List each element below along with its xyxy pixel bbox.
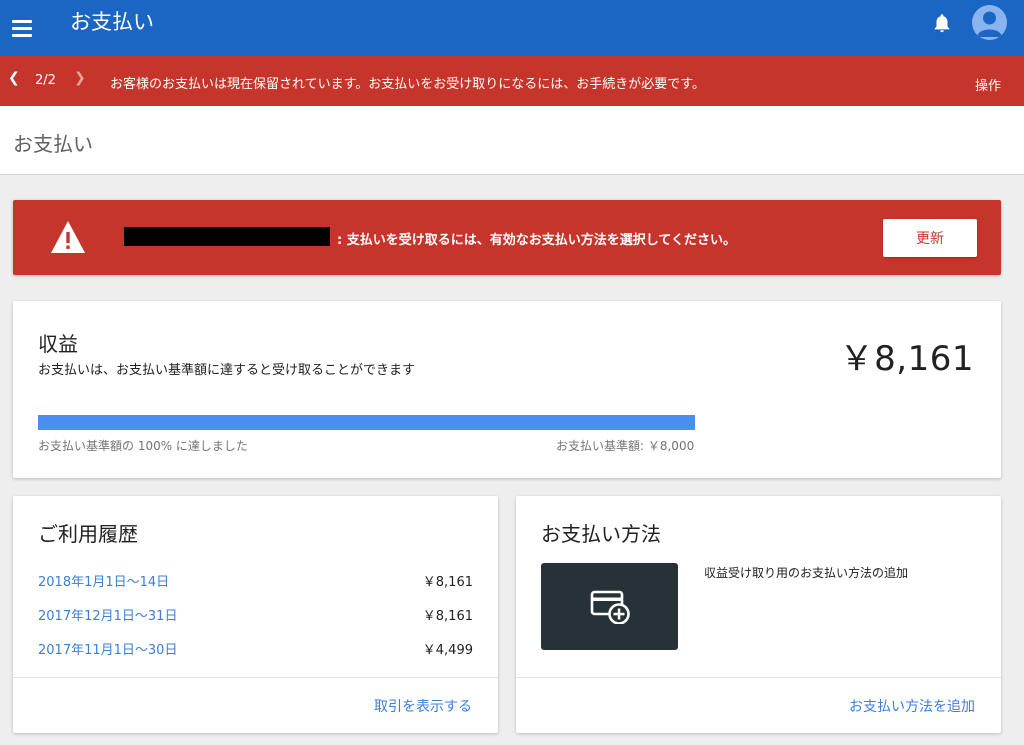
page-title: お支払い <box>13 132 93 156</box>
notification-action-button[interactable]: 操作 <box>975 75 1001 94</box>
history-amount: ￥8,161 <box>422 609 473 624</box>
chevron-left-icon[interactable]: ❮ <box>8 70 20 86</box>
add-card-icon <box>590 590 630 624</box>
page-header: お支払い <box>0 106 1024 175</box>
warning-icon <box>51 221 85 253</box>
history-period-link[interactable]: 2017年12月1日〜31日 <box>38 609 177 624</box>
history-row: 2018年1月1日〜14日 ￥8,161 <box>38 571 473 591</box>
payment-methods-card: お支払い方法 収益受け取り用のお支払い方法の追加 お支払い方法を追加 <box>516 496 1001 733</box>
earnings-card: 収益 お支払いは、お支払い基準額に達すると受け取ることができます ￥8,161 … <box>13 301 1001 478</box>
progress-label: お支払い基準額の 100% に達しました <box>38 439 248 453</box>
history-title: ご利用履歴 <box>38 522 138 546</box>
threshold-label: お支払い基準額: ￥8,000 <box>556 439 695 453</box>
view-transactions-link[interactable]: 取引を表示する <box>374 696 472 716</box>
notification-bar: ❮ 2/2 ❯ お客様のお支払いは現在保留されています。お支払いをお受け取りにな… <box>0 56 1024 106</box>
history-period-link[interactable]: 2018年1月1日〜14日 <box>38 575 169 590</box>
redacted-account-name <box>124 227 330 246</box>
error-message: : 支払いを受け取るには、有効なお支払い方法を選択してください。 <box>337 233 736 248</box>
add-payment-method-link[interactable]: お支払い方法を追加 <box>849 696 975 716</box>
account-avatar-icon[interactable] <box>972 5 1007 40</box>
menu-icon[interactable] <box>12 14 34 42</box>
earnings-amount: ￥8,161 <box>839 339 974 379</box>
history-card: ご利用履歴 2018年1月1日〜14日 ￥8,161 2017年12月1日〜31… <box>13 496 498 733</box>
add-payment-method-tile[interactable] <box>541 563 678 650</box>
earnings-subtitle: お支払いは、お支払い基準額に達すると受け取ることができます <box>38 363 416 378</box>
history-amount: ￥8,161 <box>422 575 473 590</box>
chevron-right-icon[interactable]: ❯ <box>74 70 86 86</box>
history-period-link[interactable]: 2017年11月1日〜30日 <box>38 643 177 658</box>
app-bar-title: お支払い <box>70 10 154 34</box>
progress-fill <box>38 415 695 430</box>
payment-method-description: 収益受け取り用のお支払い方法の追加 <box>704 566 909 580</box>
history-amount: ￥4,499 <box>422 643 473 658</box>
card-divider <box>516 677 1001 678</box>
payment-methods-title: お支払い方法 <box>541 522 661 546</box>
card-divider <box>13 677 498 678</box>
payment-threshold-progress-bar <box>38 415 695 430</box>
notification-message: お客様のお支払いは現在保留されています。お支払いをお受け取りになるには、お手続き… <box>110 77 706 92</box>
history-row: 2017年11月1日〜30日 ￥4,499 <box>38 639 473 659</box>
top-app-bar: お支払い <box>0 0 1024 56</box>
earnings-title: 収益 <box>38 332 78 356</box>
bell-icon[interactable] <box>931 11 953 35</box>
update-button[interactable]: 更新 <box>883 219 977 257</box>
notification-counter: 2/2 <box>35 73 56 88</box>
history-row: 2017年12月1日〜31日 ￥8,161 <box>38 605 473 625</box>
